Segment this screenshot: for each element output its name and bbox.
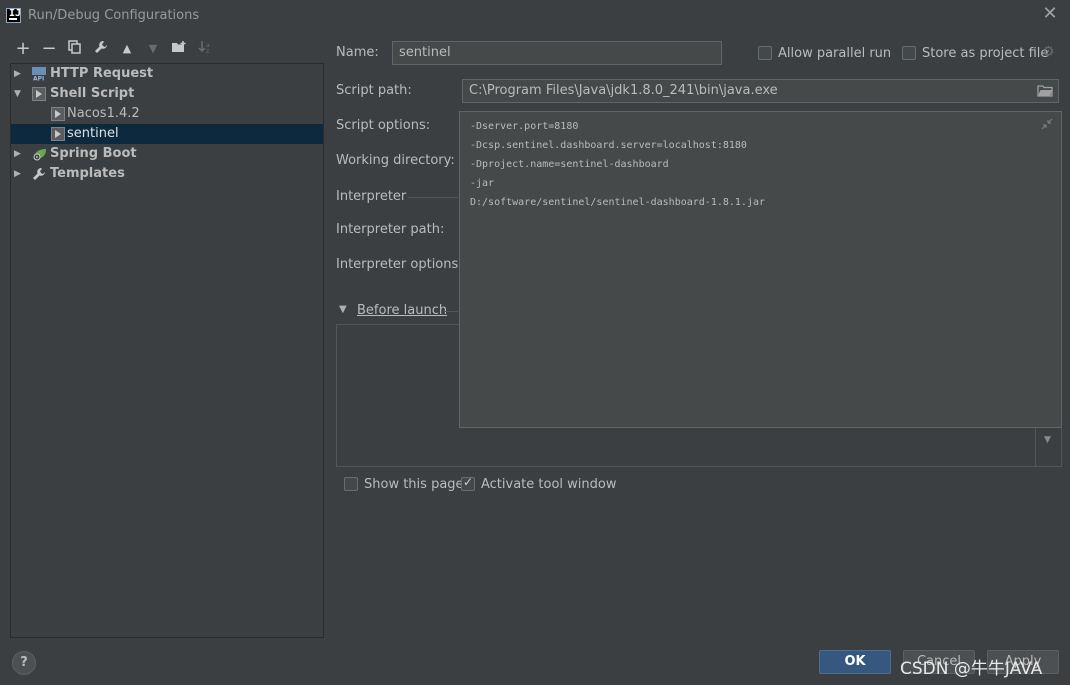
expand-arrow-icon[interactable]: ▶	[14, 164, 24, 184]
watermark: CSDN @牛牛JAVA	[900, 659, 1043, 679]
remove-icon[interactable]: −	[40, 40, 58, 58]
move-up-icon[interactable]: ▲	[118, 40, 136, 58]
allow-parallel-label: Allow parallel run	[778, 46, 892, 61]
tree-item-http-request[interactable]: ▶ API HTTP Request	[11, 64, 323, 84]
tree-item-label: Shell Script	[50, 86, 135, 101]
shell-script-icon	[51, 107, 65, 121]
expand-arrow-icon[interactable]: ▶	[14, 64, 24, 84]
script-options-label: Script options:	[336, 118, 431, 133]
wrench-icon[interactable]	[92, 40, 110, 58]
api-icon: API	[32, 67, 46, 83]
new-folder-icon[interactable]	[170, 40, 188, 58]
ok-button[interactable]: OK	[819, 650, 891, 674]
tree-item-label: sentinel	[67, 126, 119, 141]
script-option-line: -Dserver.port=8180	[470, 121, 579, 132]
shell-script-icon	[51, 127, 65, 141]
help-button[interactable]: ?	[12, 651, 36, 675]
show-page-checkbox[interactable]	[344, 477, 358, 491]
allow-parallel-checkbox[interactable]	[758, 46, 772, 60]
script-path-input[interactable]: C:\Program Files\Java\jdk1.8.0_241\bin\j…	[462, 79, 1059, 103]
collapse-arrow-icon[interactable]: ▼	[339, 304, 347, 315]
tree-item-shell-script[interactable]: ▼ Shell Script	[11, 84, 323, 104]
svg-text:z: z	[206, 48, 209, 54]
tree-item-spring-boot[interactable]: ▶ Spring Boot	[11, 144, 323, 164]
spring-boot-icon	[32, 147, 46, 161]
tree-item-label: Templates	[50, 166, 125, 181]
collapse-editor-icon[interactable]	[1041, 118, 1053, 130]
expand-arrow-icon[interactable]: ▶	[14, 144, 24, 164]
svg-text:API: API	[33, 76, 44, 82]
collapse-arrow-icon[interactable]: ▼	[14, 84, 24, 104]
close-icon[interactable]: ✕	[1042, 5, 1058, 23]
window-title: Run/Debug Configurations	[28, 8, 200, 23]
name-input[interactable]: sentinel	[392, 41, 722, 65]
script-option-line: -Dcsp.sentinel.dashboard.server=localhos…	[470, 140, 747, 151]
store-project-label: Store as project file	[922, 46, 1049, 61]
name-label: Name:	[336, 45, 379, 60]
shell-script-icon	[32, 87, 46, 101]
add-icon[interactable]: +	[14, 40, 32, 58]
show-page-label: Show this page	[364, 477, 464, 492]
before-launch-label[interactable]: Before launch	[357, 303, 447, 318]
tree-item-label: Nacos1.4.2	[67, 106, 140, 121]
tree-item-sentinel[interactable]: sentinel	[11, 124, 323, 144]
wrench-icon	[32, 167, 46, 181]
interpreter-section-label: Interpreter	[336, 189, 407, 204]
activate-tool-window-label: Activate tool window	[481, 477, 617, 492]
script-options-editor[interactable]: -Dserver.port=8180 -Dcsp.sentinel.dashbo…	[459, 111, 1062, 428]
copy-icon[interactable]	[66, 40, 84, 58]
title-bar: IJ Run/Debug Configurations ✕	[0, 0, 1070, 32]
activate-tool-window-checkbox[interactable]	[461, 475, 475, 491]
before-launch-side-panel: ▼	[1035, 425, 1061, 467]
interpreter-options-label: Interpreter options:	[336, 257, 463, 272]
script-path-label: Script path:	[336, 83, 412, 98]
intellij-icon: IJ	[6, 8, 21, 23]
script-option-line: D:/software/sentinel/sentinel-dashboard-…	[470, 197, 766, 208]
tree-item-templates[interactable]: ▶ Templates	[11, 164, 323, 184]
sort-icon[interactable]: az	[196, 40, 214, 58]
move-down-icon[interactable]: ▼	[144, 40, 162, 58]
tree-item-label: Spring Boot	[50, 146, 137, 161]
tree-item-label: HTTP Request	[50, 66, 154, 81]
store-project-checkbox[interactable]	[902, 46, 916, 60]
gear-icon[interactable]: ⚙	[1042, 45, 1056, 59]
tree-item-nacos[interactable]: Nacos1.4.2	[11, 104, 323, 124]
script-option-line: -jar	[470, 178, 495, 189]
interpreter-path-label: Interpreter path:	[336, 222, 445, 237]
working-directory-label: Working directory:	[336, 153, 455, 168]
folder-icon[interactable]	[1037, 84, 1053, 98]
configurations-tree[interactable]: ▶ API HTTP Request ▼ Shell Script Nacos1…	[10, 63, 324, 638]
dropdown-arrow-icon[interactable]: ▼	[1044, 435, 1051, 445]
script-option-line: -Dproject.name=sentinel-dashboard	[470, 159, 669, 170]
section-divider	[444, 311, 458, 312]
section-divider	[408, 197, 458, 198]
